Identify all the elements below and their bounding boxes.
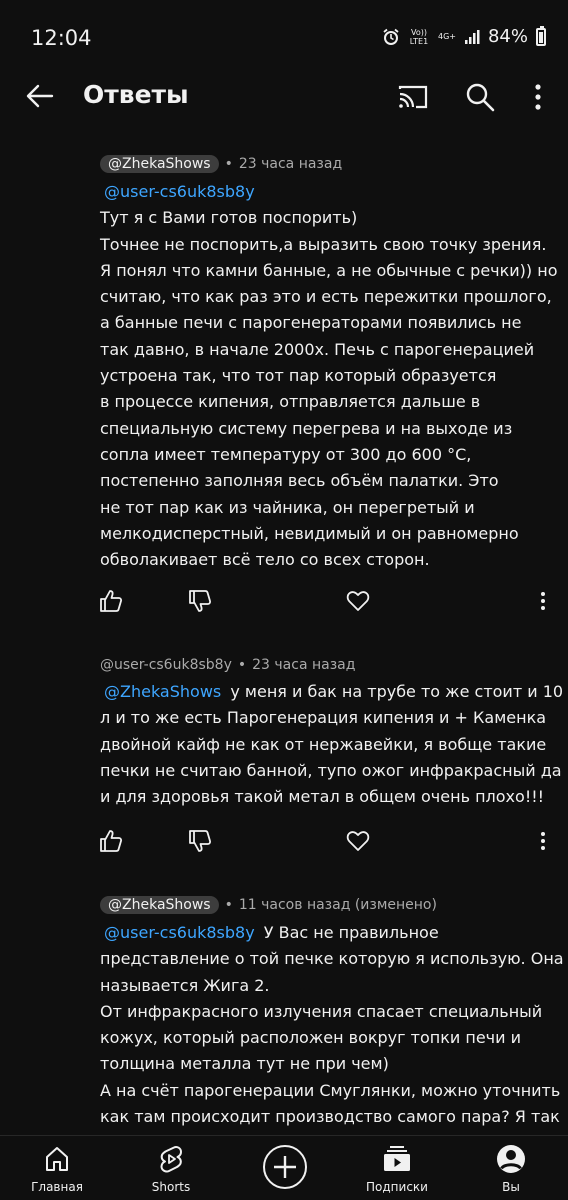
heart-icon[interactable] [345,828,371,854]
comment-line: устроена так, что тот пар который образу… [100,366,497,386]
subscriptions-icon [384,1146,410,1171]
status-indicators: Vo)) LTE1 4G+ 84% [382,25,546,47]
nav-subscriptions[interactable]: Подписки [352,1144,442,1194]
comment-line: называется Жига 2. [100,975,270,995]
heart-icon[interactable] [345,588,371,614]
author-handle[interactable]: @user-cs6uk8sb8y [100,657,232,673]
comment-line: обволакивает всё тело со всех сторон. [100,550,430,570]
comment-more-icon[interactable] [530,828,556,854]
search-icon[interactable] [463,80,497,114]
comment-line: кожух, который расположен вокруг топки п… [100,1028,521,1048]
dislike-icon[interactable] [187,588,213,614]
comment-line: а банные печи с парогенераторами появили… [100,313,522,333]
comment-line: От инфракрасного излучения спасает специ… [100,1001,543,1021]
comment-meta: @user-cs6uk8sb8y • 23 часа назад [100,657,355,673]
avatar-icon [497,1145,525,1173]
meta-separator: • [237,657,247,673]
comment-line: и для здоровья такой метал в общем очень… [100,787,545,807]
meta-separator: • [224,897,233,913]
author-handle[interactable]: @ZhekaShows [100,155,219,173]
status-time: 12:04 [31,26,92,50]
comment-line: толщина металла тут не при чем) [100,1054,389,1074]
bottom-navigation: Главная Shorts Подписки Вы [0,1135,568,1200]
more-vert-icon[interactable] [526,80,550,114]
comment-line: у меня и бак на трубе то же стоит и 10 [230,682,564,701]
battery-icon [536,25,546,46]
comment-line: в процессе кипения, отправляется дальше … [100,392,481,412]
comment-line: Точнее не поспорить,а выразить свою точк… [100,234,547,254]
back-arrow-icon[interactable] [22,78,58,114]
nav-subscriptions-label: Подписки [366,1180,428,1194]
comment-line: мелкодисперстный, невидимый и он равноме… [100,523,519,543]
cast-icon[interactable] [396,80,430,114]
comment-body: @user-cs6uk8sb8y У Вас не правильное пре… [100,920,564,1130]
battery-percent: 84% [487,26,528,47]
mention-link[interactable]: @user-cs6uk8sb8y [104,182,255,201]
comment-line: сопла имеет температуру от 300 до 600 °С… [100,444,472,464]
shorts-icon [160,1146,182,1173]
comment-meta: @ZhekaShows • 23 часа назад [100,155,342,173]
comment-line: представление о той печке которую я испо… [100,949,564,969]
comment-line: так давно, в начале 2000х. Печь с пароге… [100,339,535,359]
comment-time: 23 часа назад [238,156,343,172]
volte-indicator: Vo)) LTE1 [409,27,429,46]
page-title: Ответы [83,80,189,109]
network-4g-indicator: 4G+ [437,32,456,41]
app-header: Ответы [0,72,568,122]
nav-you[interactable]: Вы [466,1144,556,1194]
comment-actions [0,828,568,858]
comment-line: как там происходит производство самого п… [100,1107,560,1127]
nav-shorts-label: Shorts [151,1180,191,1194]
comment-line: двойной кайф не как от нержавейки, я воб… [100,734,547,754]
comment-line: считаю, что как раз это и есть пережитки… [100,287,552,307]
nav-you-label: Вы [502,1180,520,1194]
create-plus-icon[interactable] [262,1144,308,1190]
meta-separator: • [224,156,233,172]
comment-body: @user-cs6uk8sb8y Тут я с Вами готов посп… [100,179,558,573]
nav-home[interactable]: Главная [12,1144,102,1194]
comment-line: не тот пар как из чайника, он перегретый… [100,497,475,517]
comment-time: 23 часа назад [252,657,356,673]
comment-line: печки не считаю банной, тупо ожог инфрак… [100,760,562,780]
comment-line: специальную систему перегрева и на выход… [100,418,513,438]
like-icon[interactable] [98,588,124,614]
alarm-icon [383,28,399,45]
nav-shorts[interactable]: Shorts [126,1144,216,1194]
comment-actions [0,588,568,618]
signal-icon [464,29,480,44]
replies-page: 12:04 Vo)) LTE1 4G+ 84% Ответы @ZhekaSho… [0,0,568,1200]
mention-link[interactable]: @ZhekaShows [104,682,221,701]
comment-line: У Вас не правильное [263,923,439,942]
comment-line: л и то же есть Парогенерация кипения и +… [100,708,547,728]
author-handle[interactable]: @ZhekaShows [100,896,219,914]
comment-line: постепенно заполняя весь объём палатки. … [100,471,499,491]
comment-time: 11 часов назад (изменено) [238,897,437,913]
comment-more-icon[interactable] [530,588,556,614]
comment-line: Тут я с Вами готов поспорить) [100,208,358,228]
comment-line: Я понял что камни банные, а не обычные с… [100,260,558,280]
home-icon [46,1147,68,1171]
comment-line: А на счёт парогенерации Смуглянки, можно… [100,1080,561,1100]
nav-home-label: Главная [31,1180,83,1194]
comment-meta: @ZhekaShows • 11 часов назад (изменено) [100,896,437,914]
status-bar: 12:04 Vo)) LTE1 4G+ 84% [0,0,568,72]
like-icon[interactable] [98,828,124,854]
comment-body: @ZhekaShows у меня и бак на трубе то же … [100,679,563,810]
dislike-icon[interactable] [187,828,213,854]
mention-link[interactable]: @user-cs6uk8sb8y [104,923,255,942]
